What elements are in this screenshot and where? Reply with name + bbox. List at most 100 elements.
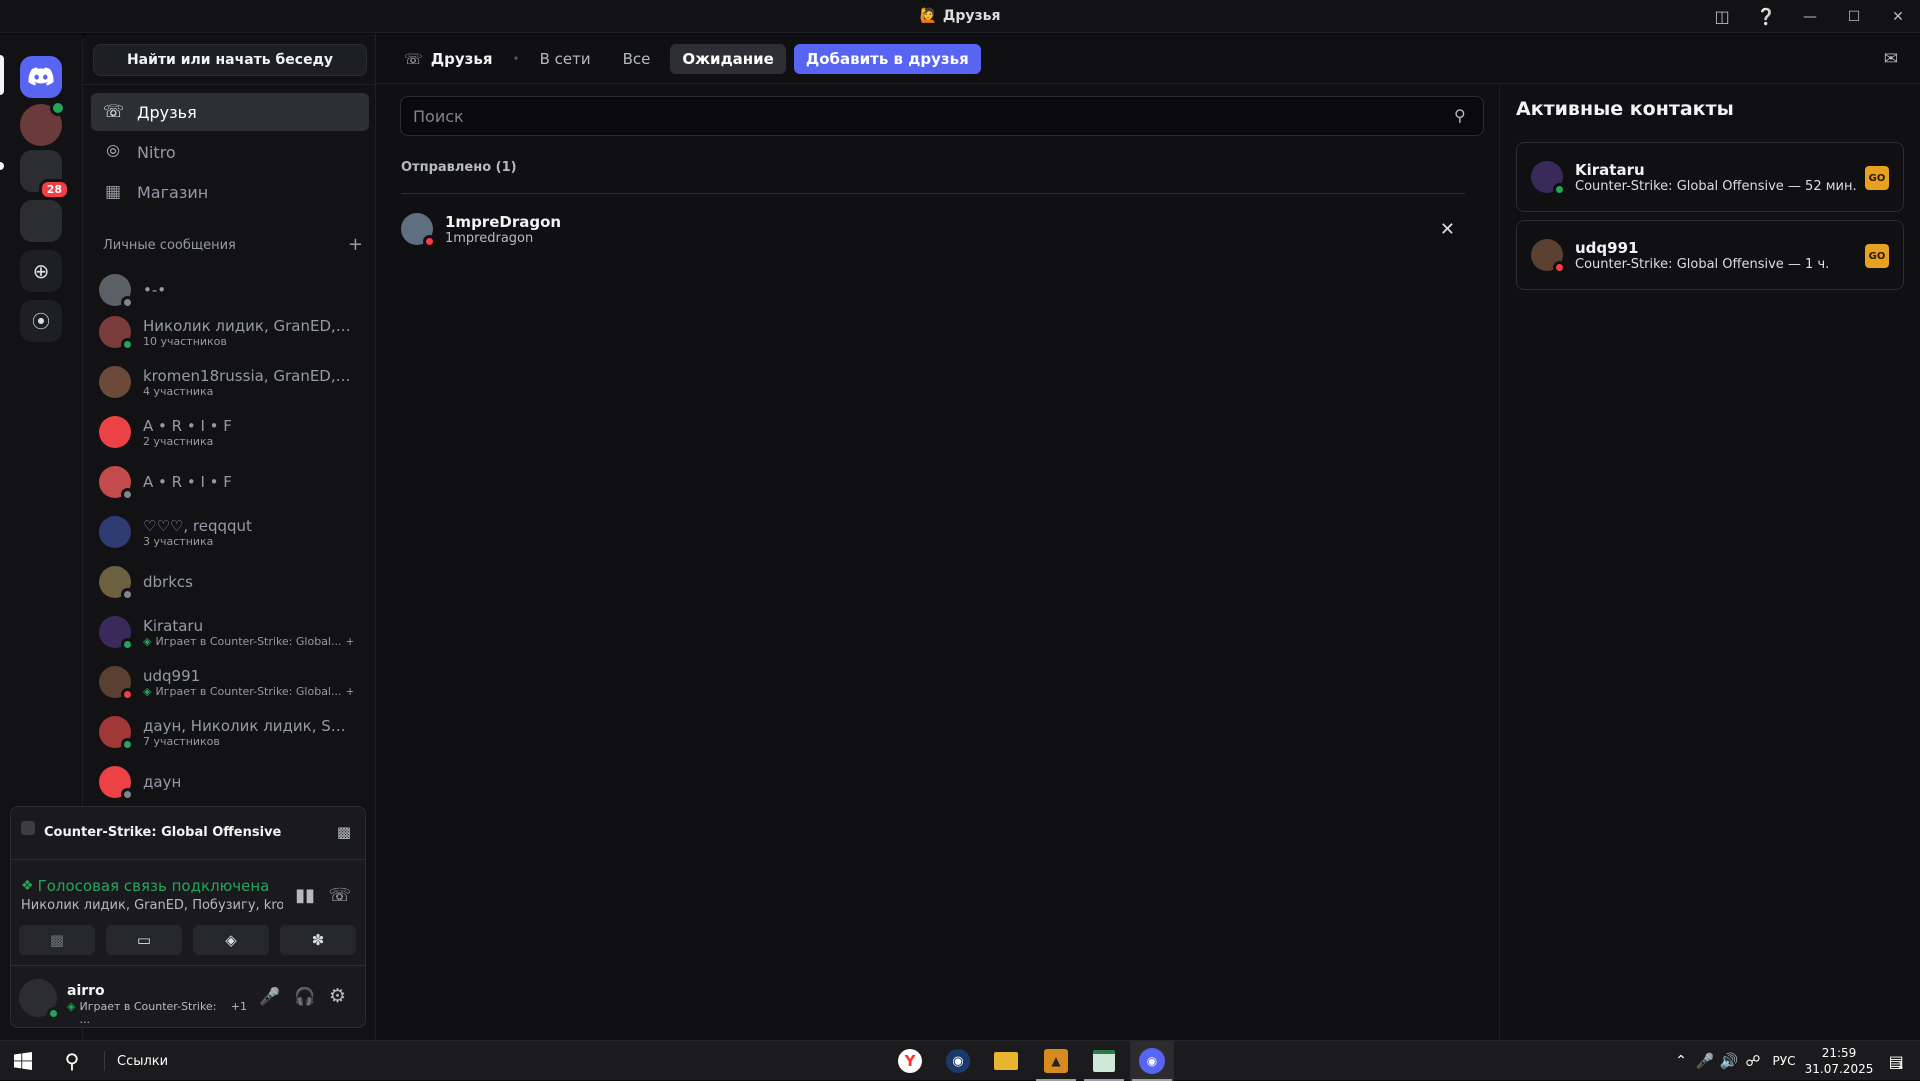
tab-online[interactable]: В сети bbox=[528, 44, 603, 74]
discord-taskbar-icon[interactable]: ◉ bbox=[1130, 1041, 1174, 1081]
rail-dm-avatar[interactable] bbox=[20, 100, 66, 146]
add-server-button[interactable]: ⊕ bbox=[20, 250, 62, 292]
dm-item[interactable]: Николик лидик, GranED, П... 10 участников bbox=[91, 310, 369, 354]
avatar bbox=[99, 516, 131, 548]
notification-center-icon[interactable]: ▤ 1 bbox=[1876, 1041, 1916, 1081]
volume-icon[interactable]: 🔊 bbox=[1718, 1041, 1740, 1081]
settings-gear-icon[interactable]: ⚙ bbox=[329, 985, 346, 1007]
chevron-up-icon[interactable]: ⌃ bbox=[1670, 1041, 1692, 1081]
dm-item[interactable]: A • R • I • F bbox=[91, 460, 369, 504]
windows-start-icon[interactable] bbox=[0, 1041, 46, 1081]
file-explorer-icon[interactable] bbox=[984, 1041, 1028, 1081]
user-activity: Играет в Counter-Strike: ... bbox=[79, 1000, 217, 1026]
screen-share-button[interactable]: ▭ bbox=[106, 925, 182, 955]
minimize-button[interactable]: — bbox=[1788, 0, 1832, 33]
microphone-icon[interactable]: 🎤 bbox=[1694, 1041, 1716, 1081]
nav-shop[interactable]: ▦ Магазин bbox=[91, 173, 369, 211]
dm-item[interactable]: kromen18russia, GranED, A •...4 участник… bbox=[91, 360, 369, 404]
cancel-request-close-icon[interactable]: ✕ bbox=[1440, 219, 1455, 240]
divider bbox=[11, 965, 365, 966]
maximize-button[interactable]: ☐ bbox=[1832, 0, 1876, 33]
dm-name: A • R • I • F bbox=[143, 416, 232, 435]
avatar bbox=[99, 566, 134, 601]
dm-name: даун, Николик лидик, SebiT... bbox=[143, 716, 353, 735]
current-game: Counter-Strike: Global Offensive bbox=[44, 825, 282, 840]
section-label: Отправлено (1) bbox=[401, 160, 517, 175]
contact-activity: Counter-Strike: Global Offensive — 1 ч. bbox=[1575, 256, 1830, 272]
home-discord-button[interactable] bbox=[20, 56, 62, 98]
dm-item[interactable]: даун bbox=[91, 760, 369, 804]
create-dm-button[interactable]: + bbox=[348, 236, 363, 254]
soundboard-button[interactable]: ✽ bbox=[280, 925, 356, 955]
main-area: ☏ Друзья • В сети Все Ожидание Добавить … bbox=[376, 34, 1920, 1040]
steam-icon[interactable]: ◉ bbox=[936, 1041, 980, 1081]
dm-item[interactable]: ♡♡♡, reqqqut 3 участника bbox=[91, 510, 369, 554]
discover-button[interactable]: ⦿ bbox=[20, 300, 62, 342]
dm-subtitle: Играет в Counter-Strike: Global... bbox=[155, 684, 342, 698]
avatar bbox=[1531, 161, 1566, 196]
find-conversation-button[interactable]: Найти или начать беседу bbox=[93, 44, 367, 76]
dm-name: Николик лидик, GranED, П... bbox=[143, 316, 353, 335]
avatar bbox=[401, 213, 436, 248]
screen-share-icon[interactable]: ▩ bbox=[337, 823, 351, 841]
dm-item[interactable]: •-• bbox=[91, 268, 369, 312]
new-group-dm-icon[interactable]: ✉ bbox=[1884, 49, 1898, 69]
avatar bbox=[99, 274, 134, 309]
dm-subtitle: 4 участника bbox=[143, 384, 214, 398]
search-icon[interactable]: ⚲ bbox=[50, 1041, 94, 1081]
nav-nitro[interactable]: ⦾ Nitro bbox=[91, 133, 369, 171]
camera-off-icon: ▩ bbox=[49, 931, 65, 949]
add-friend-button[interactable]: Добавить в друзья bbox=[793, 43, 981, 74]
network-icon[interactable]: ☍ bbox=[1742, 1041, 1764, 1081]
rail-unread-indicator bbox=[0, 162, 4, 170]
headphones-icon[interactable]: 🎧 bbox=[294, 987, 315, 1007]
tab-all[interactable]: Все bbox=[611, 44, 663, 74]
avatar bbox=[99, 316, 134, 351]
links-toolbar[interactable]: Ссылки bbox=[104, 1051, 168, 1071]
avatar bbox=[99, 366, 131, 398]
voice-channel[interactable]: Николик лидик, GranED, Побузигу, kro... bbox=[21, 898, 283, 913]
dm-item[interactable]: A • R • I • F2 участника bbox=[91, 410, 369, 454]
close-window-button[interactable]: ✕ bbox=[1876, 0, 1920, 33]
inbox-icon[interactable]: ◫ bbox=[1700, 0, 1744, 33]
disconnect-icon[interactable]: ☏ bbox=[328, 885, 351, 906]
server-icon[interactable] bbox=[20, 200, 62, 242]
tab-pending[interactable]: Ожидание bbox=[670, 43, 786, 74]
dm-item[interactable]: dbrkcs bbox=[91, 560, 369, 604]
help-icon[interactable]: ❔ bbox=[1744, 0, 1788, 33]
active-contact-card[interactable]: udq991 Counter-Strike: Global Offensive —… bbox=[1516, 220, 1904, 290]
yandex-browser-icon[interactable]: Y bbox=[888, 1041, 932, 1081]
microphone-icon[interactable]: 🎤 bbox=[259, 987, 280, 1007]
dm-subtitle: 3 участника bbox=[143, 534, 214, 548]
avatar[interactable] bbox=[19, 979, 60, 1020]
dm-name: Kirataru bbox=[143, 616, 204, 635]
dm-name: ♡♡♡, reqqqut bbox=[143, 516, 252, 535]
dm-name: даун bbox=[143, 773, 182, 791]
active-contact-card[interactable]: Kirataru Counter-Strike: Global Offensive… bbox=[1516, 142, 1904, 212]
list-item[interactable]: 1mpreDragon 1mpredragon ✕ bbox=[401, 204, 1465, 254]
status-offline-icon bbox=[121, 488, 134, 501]
search-input[interactable] bbox=[400, 96, 1484, 136]
shop-icon: ▦ bbox=[104, 182, 122, 202]
server-folder[interactable]: 28 bbox=[20, 150, 70, 200]
compass-icon: ⦿ bbox=[32, 312, 50, 333]
windows-taskbar: ⚲ Ссылки Y ◉ ▲ ◉ ⌃ 🎤 🔊 ☍ РУС 21:59 31.07… bbox=[0, 1040, 1920, 1081]
noise-suppression-icon[interactable]: ▮▮ bbox=[295, 885, 315, 906]
dm-item[interactable]: udq991 ◈ Играет в Counter-Strike: Global..… bbox=[91, 660, 369, 704]
notepad-icon[interactable] bbox=[1082, 1041, 1126, 1081]
avatar bbox=[99, 666, 134, 701]
activity-button[interactable]: ◈ bbox=[193, 925, 269, 955]
nav-friends[interactable]: ☏ Друзья bbox=[91, 93, 369, 131]
divider bbox=[11, 859, 365, 860]
dm-item[interactable]: Kirataru ◈ Играет в Counter-Strike: Global… bbox=[91, 610, 369, 654]
language-indicator[interactable]: РУС bbox=[1766, 1041, 1802, 1081]
cs-go-icon[interactable]: ▲ bbox=[1034, 1041, 1078, 1081]
gamepad-icon: ◈ bbox=[143, 684, 152, 698]
clock[interactable]: 21:59 31.07.2025 bbox=[1804, 1041, 1874, 1081]
camera-off-button[interactable]: ▩ bbox=[19, 925, 95, 955]
status-dnd-icon bbox=[423, 235, 436, 248]
contact-activity: Counter-Strike: Global Offensive — 52 ми… bbox=[1575, 178, 1857, 194]
discord-logo-icon bbox=[28, 67, 54, 86]
dm-subtitle: Играет в Counter-Strike: Global... bbox=[155, 634, 342, 648]
dm-item[interactable]: даун, Николик лидик, SebiT... 7 участнико… bbox=[91, 710, 369, 754]
